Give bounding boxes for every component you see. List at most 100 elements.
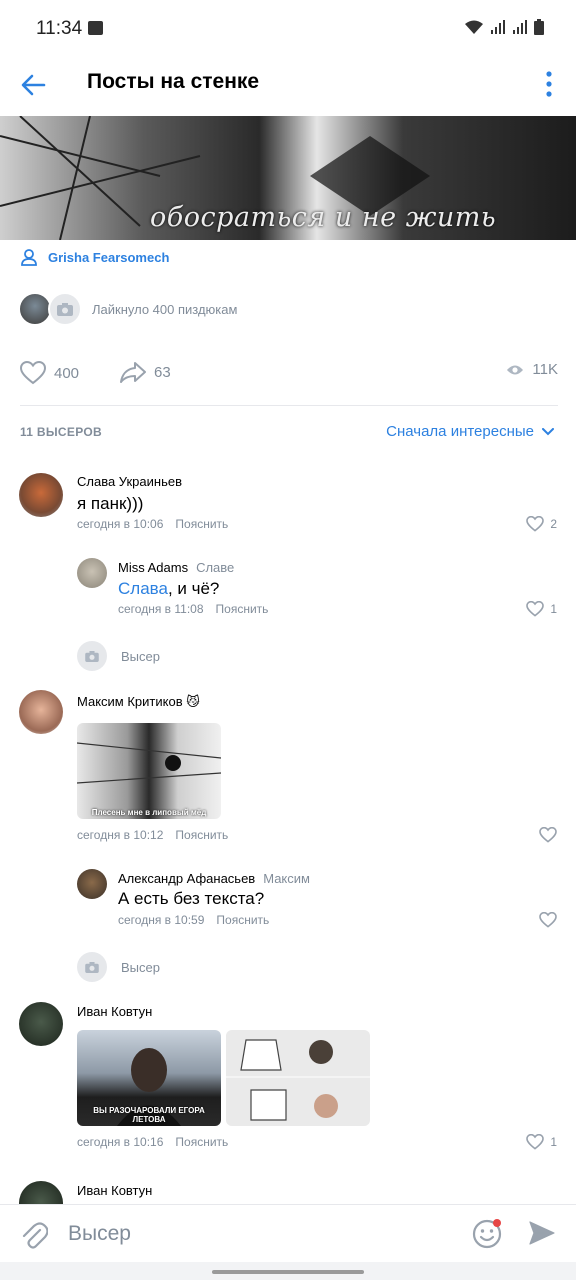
- reply-field[interactable]: Высер: [77, 641, 160, 671]
- comment-like-count: 1: [550, 602, 557, 616]
- page-title: Посты на стенке: [87, 70, 260, 93]
- explain-link[interactable]: Пояснить: [175, 1135, 228, 1149]
- view-count: 11K: [532, 361, 558, 378]
- post-image[interactable]: обосраться и не жить: [0, 116, 576, 240]
- explain-link[interactable]: Пояснить: [175, 828, 228, 842]
- sort-label: Сначала интересные: [386, 423, 534, 440]
- comment-author[interactable]: Иван Ковтун: [77, 1183, 152, 1198]
- comment-meta: сегодня в 10:06 Пояснить: [77, 517, 228, 531]
- comments-count: 11 ВЫСЕРОВ: [20, 425, 102, 439]
- signal-icon: [491, 20, 505, 34]
- comment-time: сегодня в 10:06: [77, 517, 164, 531]
- reply-field[interactable]: Высер: [77, 952, 160, 982]
- comment-text: я панк))): [77, 494, 144, 513]
- like-button[interactable]: 400: [20, 361, 79, 385]
- sort-dropdown[interactable]: Сначала интересные: [386, 423, 554, 440]
- signal-icon-2: [513, 20, 527, 34]
- reply-to[interactable]: Славе: [196, 560, 234, 575]
- comment-author[interactable]: Miss Adams: [118, 560, 188, 575]
- battery-icon: [534, 19, 544, 35]
- comment-text: Слава, и чё?: [118, 579, 219, 599]
- chevron-down-icon: [542, 427, 554, 435]
- camera-icon: [85, 650, 99, 662]
- comment-author[interactable]: Александр Афанасьев: [118, 871, 255, 886]
- sticker-icon[interactable]: [472, 1217, 504, 1249]
- camera-avatar: [77, 641, 107, 671]
- avatar[interactable]: [77, 869, 107, 899]
- reply-to[interactable]: Максим: [263, 871, 310, 886]
- reply-placeholder: Высер: [121, 959, 160, 975]
- avatar[interactable]: [77, 558, 107, 588]
- camera-icon: [85, 961, 99, 973]
- heart-icon: [526, 601, 545, 617]
- comment-time: сегодня в 10:16: [77, 1135, 164, 1149]
- send-icon[interactable]: [528, 1219, 556, 1247]
- attach-icon[interactable]: [20, 1220, 48, 1250]
- comment-time: сегодня в 10:12: [77, 828, 164, 842]
- comment-image[interactable]: ВЫ РАЗОЧАРОВАЛИ ЕГОРА ЛЕТОВА: [77, 1030, 221, 1126]
- comment-author-line: Miss Adams Славе: [118, 560, 234, 575]
- explain-link[interactable]: Пояснить: [216, 602, 269, 616]
- status-bar: 11:34: [0, 0, 576, 58]
- status-icons: [464, 19, 544, 35]
- like-count: 400: [54, 364, 80, 382]
- avatar[interactable]: [19, 1002, 63, 1046]
- comment-like-button[interactable]: 2: [526, 516, 557, 532]
- comment-author[interactable]: Иван Ковтун: [77, 1004, 152, 1019]
- banner-caption: обосраться и не жить: [150, 202, 497, 233]
- comment-like-count: 1: [550, 1135, 557, 1149]
- heart-icon: [526, 1134, 545, 1150]
- mention-link[interactable]: Слава: [118, 579, 168, 598]
- heart-icon: [526, 516, 545, 532]
- divider: [20, 405, 558, 406]
- comment-image[interactable]: Плесень мне в липовый мёд: [77, 723, 221, 819]
- comment-time: сегодня в 11:08: [118, 602, 204, 616]
- image-caption: Плесень мне в липовый мёд: [91, 808, 207, 817]
- share-count: 63: [154, 363, 171, 381]
- share-button[interactable]: 63: [120, 361, 171, 383]
- comment-author[interactable]: Максим Критиков 😼: [77, 694, 200, 710]
- image-caption: ВЫ РАЗОЧАРОВАЛИ ЕГОРА ЛЕТОВА: [93, 1106, 205, 1124]
- comment-meta: сегодня в 11:08 Пояснить: [118, 602, 268, 616]
- comment-like-button[interactable]: [539, 912, 557, 928]
- views: 11K: [506, 361, 558, 378]
- comment-time: сегодня в 10:59: [118, 913, 205, 927]
- author-name: Grisha Fearsomech: [48, 249, 170, 265]
- avatar[interactable]: [19, 1181, 63, 1204]
- comment-author[interactable]: Слава Украиньев: [77, 474, 182, 489]
- comment-meta: сегодня в 10:59 Пояснить: [118, 913, 269, 927]
- avatar[interactable]: [19, 690, 63, 734]
- comment-text: А есть без текста?: [118, 889, 265, 908]
- comment-like-count: 2: [550, 517, 557, 531]
- eye-icon: [507, 365, 524, 374]
- comic-decoration: [226, 1030, 370, 1126]
- comment-like-button[interactable]: [539, 827, 557, 843]
- liker-avatar-placeholder: [48, 292, 82, 326]
- barbed-wire-decoration: [77, 742, 221, 784]
- likers-row[interactable]: Лайкнуло 400 пиздюкам: [18, 292, 237, 326]
- user-icon: [21, 249, 37, 266]
- post-author[interactable]: Grisha Fearsomech: [20, 248, 169, 266]
- comment-image-2[interactable]: [226, 1030, 370, 1126]
- comment-like-button[interactable]: 1: [526, 601, 557, 617]
- comment-author-line: Александр Афанасьев Максим: [118, 871, 310, 886]
- liker-avatar: [18, 292, 52, 326]
- status-time: 11:34: [36, 18, 83, 39]
- explain-link[interactable]: Пояснить: [175, 517, 228, 531]
- comment-text-rest: , и чё?: [167, 579, 220, 598]
- heart-icon: [539, 912, 557, 928]
- reply-placeholder: Высер: [121, 648, 160, 664]
- comment-input[interactable]: Высер: [68, 1222, 131, 1246]
- back-arrow-icon[interactable]: [18, 70, 48, 100]
- gallery-notification-icon: [88, 21, 103, 35]
- heart-icon: [539, 827, 557, 843]
- comment-like-button[interactable]: 1: [526, 1134, 557, 1150]
- more-vertical-icon[interactable]: [544, 70, 554, 98]
- camera-icon: [57, 302, 73, 316]
- post-actions: 400 63 11K: [20, 361, 558, 389]
- avatar[interactable]: [19, 473, 63, 517]
- explain-link[interactable]: Пояснить: [216, 913, 269, 927]
- heart-icon: [20, 361, 46, 385]
- home-indicator[interactable]: [212, 1270, 364, 1274]
- comment-meta: сегодня в 10:12 Пояснить: [77, 828, 228, 842]
